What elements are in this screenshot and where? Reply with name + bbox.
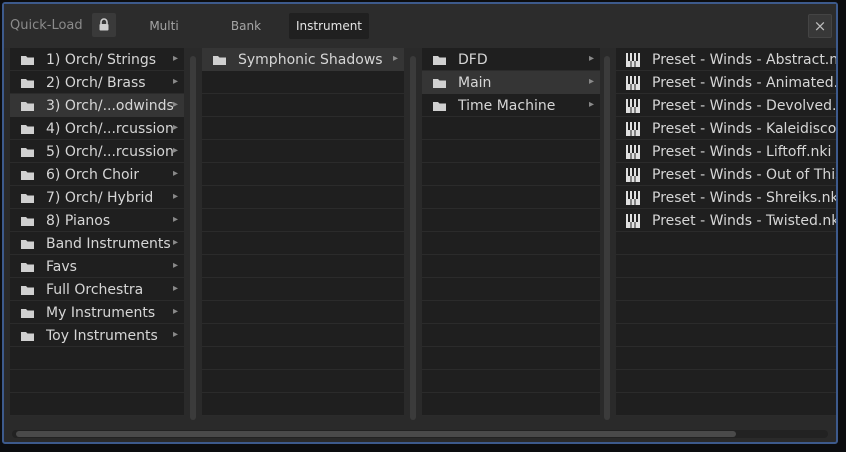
folder-icon bbox=[433, 101, 446, 111]
tab-instrument[interactable]: Instrument bbox=[289, 13, 369, 39]
chevron-right-icon: ▸ bbox=[172, 237, 178, 248]
lock-button[interactable] bbox=[92, 13, 116, 37]
folder-icon bbox=[21, 124, 34, 134]
piano-keys-icon bbox=[626, 52, 640, 67]
folder-icon bbox=[433, 55, 446, 65]
chevron-right-icon: ▸ bbox=[172, 99, 178, 110]
list-item[interactable]: Preset - Winds - Out of This World.nki bbox=[616, 163, 836, 186]
list-item[interactable]: Preset - Winds - Shreiks.nki bbox=[616, 186, 836, 209]
chevron-right-icon: ▸ bbox=[588, 99, 594, 110]
list-item[interactable]: Main ▸ bbox=[422, 71, 600, 94]
chevron-right-icon: ▸ bbox=[172, 76, 178, 87]
tab-multi[interactable]: Multi bbox=[136, 13, 192, 39]
piano-keys-icon bbox=[626, 144, 640, 159]
chevron-right-icon: ▸ bbox=[172, 53, 178, 64]
chevron-right-icon: ▸ bbox=[392, 53, 398, 64]
column-folders: DFD ▸ Main ▸ Time Machine ▸ bbox=[422, 48, 600, 416]
piano-keys-icon bbox=[626, 121, 640, 136]
piano-keys-icon bbox=[626, 167, 640, 182]
chevron-right-icon: ▸ bbox=[588, 53, 594, 64]
chevron-right-icon: ▸ bbox=[172, 329, 178, 340]
list-item[interactable]: Band Instruments ▸ bbox=[10, 232, 184, 255]
list-item[interactable]: 6) Orch Choir ▸ bbox=[10, 163, 184, 186]
list-item[interactable]: Preset - Winds - Twisted.nki bbox=[616, 209, 836, 232]
library-list: Symphonic Shadows ▸ bbox=[202, 48, 404, 71]
piano-keys-icon bbox=[626, 190, 640, 205]
folder-icon bbox=[21, 239, 34, 249]
list-item[interactable]: Preset - Winds - Animated.nki bbox=[616, 71, 836, 94]
chevron-right-icon: ▸ bbox=[172, 214, 178, 225]
folder-icon bbox=[433, 78, 446, 88]
list-item[interactable]: 7) Orch/ Hybrid ▸ bbox=[10, 186, 184, 209]
chevron-right-icon: ▸ bbox=[588, 76, 594, 87]
list-item[interactable]: 1) Orch/ Strings ▸ bbox=[10, 48, 184, 71]
column-categories: 1) Orch/ Strings ▸ 2) Orch/ Brass ▸ 3) Orc… bbox=[10, 48, 184, 416]
folder-icon bbox=[21, 55, 34, 65]
list-item[interactable]: Preset - Winds - Abstract.nki bbox=[616, 48, 836, 71]
chevron-right-icon: ▸ bbox=[172, 283, 178, 294]
chevron-right-icon: ▸ bbox=[172, 260, 178, 271]
piano-keys-icon bbox=[626, 98, 640, 113]
folder-icon bbox=[21, 308, 34, 318]
folder-icon bbox=[21, 78, 34, 88]
folder-icon bbox=[21, 101, 34, 111]
instrument-list: Preset - Winds - Abstract.nki Preset - W… bbox=[616, 48, 836, 232]
folder-icon bbox=[21, 193, 34, 203]
chevron-right-icon: ▸ bbox=[172, 122, 178, 133]
horizontal-scrollbar[interactable] bbox=[12, 430, 828, 438]
list-item[interactable]: Favs ▸ bbox=[10, 255, 184, 278]
list-item[interactable]: Preset - Winds - Liftoff.nki bbox=[616, 140, 836, 163]
tab-bank[interactable]: Bank bbox=[218, 13, 274, 39]
list-item[interactable]: 3) Orch/...odwinds ▸ bbox=[10, 94, 184, 117]
folder-icon bbox=[21, 331, 34, 341]
list-item[interactable]: Time Machine ▸ bbox=[422, 94, 600, 117]
list-item[interactable]: My Instruments ▸ bbox=[10, 301, 184, 324]
folder-icon bbox=[21, 262, 34, 272]
column-folders-scrollbar[interactable] bbox=[604, 56, 610, 420]
folder-icon bbox=[213, 55, 226, 65]
list-item[interactable]: 8) Pianos ▸ bbox=[10, 209, 184, 232]
folder-icon bbox=[21, 170, 34, 180]
folder-icon bbox=[21, 285, 34, 295]
folder-list: DFD ▸ Main ▸ Time Machine ▸ bbox=[422, 48, 600, 117]
horizontal-scrollbar-thumb[interactable] bbox=[16, 431, 736, 437]
quick-load-title: Quick-Load bbox=[10, 18, 83, 33]
list-item[interactable]: Preset - Winds - Kaleidiscope.nki bbox=[616, 117, 836, 140]
list-item[interactable]: 2) Orch/ Brass ▸ bbox=[10, 71, 184, 94]
lock-icon bbox=[98, 16, 110, 35]
list-item[interactable]: Preset - Winds - Devolved.nki bbox=[616, 94, 836, 117]
piano-keys-icon bbox=[626, 75, 640, 90]
list-item[interactable]: Toy Instruments ▸ bbox=[10, 324, 184, 347]
chevron-right-icon: ▸ bbox=[172, 145, 178, 156]
column-libraries-scrollbar[interactable] bbox=[410, 56, 416, 420]
list-item[interactable]: 4) Orch/...rcussion ▸ bbox=[10, 117, 184, 140]
column-categories-scrollbar[interactable] bbox=[190, 56, 196, 420]
chevron-right-icon: ▸ bbox=[172, 168, 178, 179]
list-item[interactable]: Full Orchestra ▸ bbox=[10, 278, 184, 301]
list-item[interactable]: Symphonic Shadows ▸ bbox=[202, 48, 404, 71]
chevron-right-icon: ▸ bbox=[172, 191, 178, 202]
folder-icon bbox=[21, 216, 34, 226]
folder-icon bbox=[21, 147, 34, 157]
column-instruments: Preset - Winds - Abstract.nki Preset - W… bbox=[616, 48, 836, 416]
close-button[interactable]: × bbox=[808, 14, 832, 38]
chevron-right-icon: ▸ bbox=[172, 306, 178, 317]
column-libraries: Symphonic Shadows ▸ bbox=[202, 48, 404, 416]
quick-load-header: Quick-Load Multi Bank Instrument × bbox=[4, 4, 836, 48]
category-list: 1) Orch/ Strings ▸ 2) Orch/ Brass ▸ 3) Orc… bbox=[10, 48, 184, 347]
list-item[interactable]: 5) Orch/...rcussion ▸ bbox=[10, 140, 184, 163]
list-item[interactable]: DFD ▸ bbox=[422, 48, 600, 71]
piano-keys-icon bbox=[626, 213, 640, 228]
quick-load-window: Quick-Load Multi Bank Instrument × 1) Or… bbox=[2, 2, 838, 444]
